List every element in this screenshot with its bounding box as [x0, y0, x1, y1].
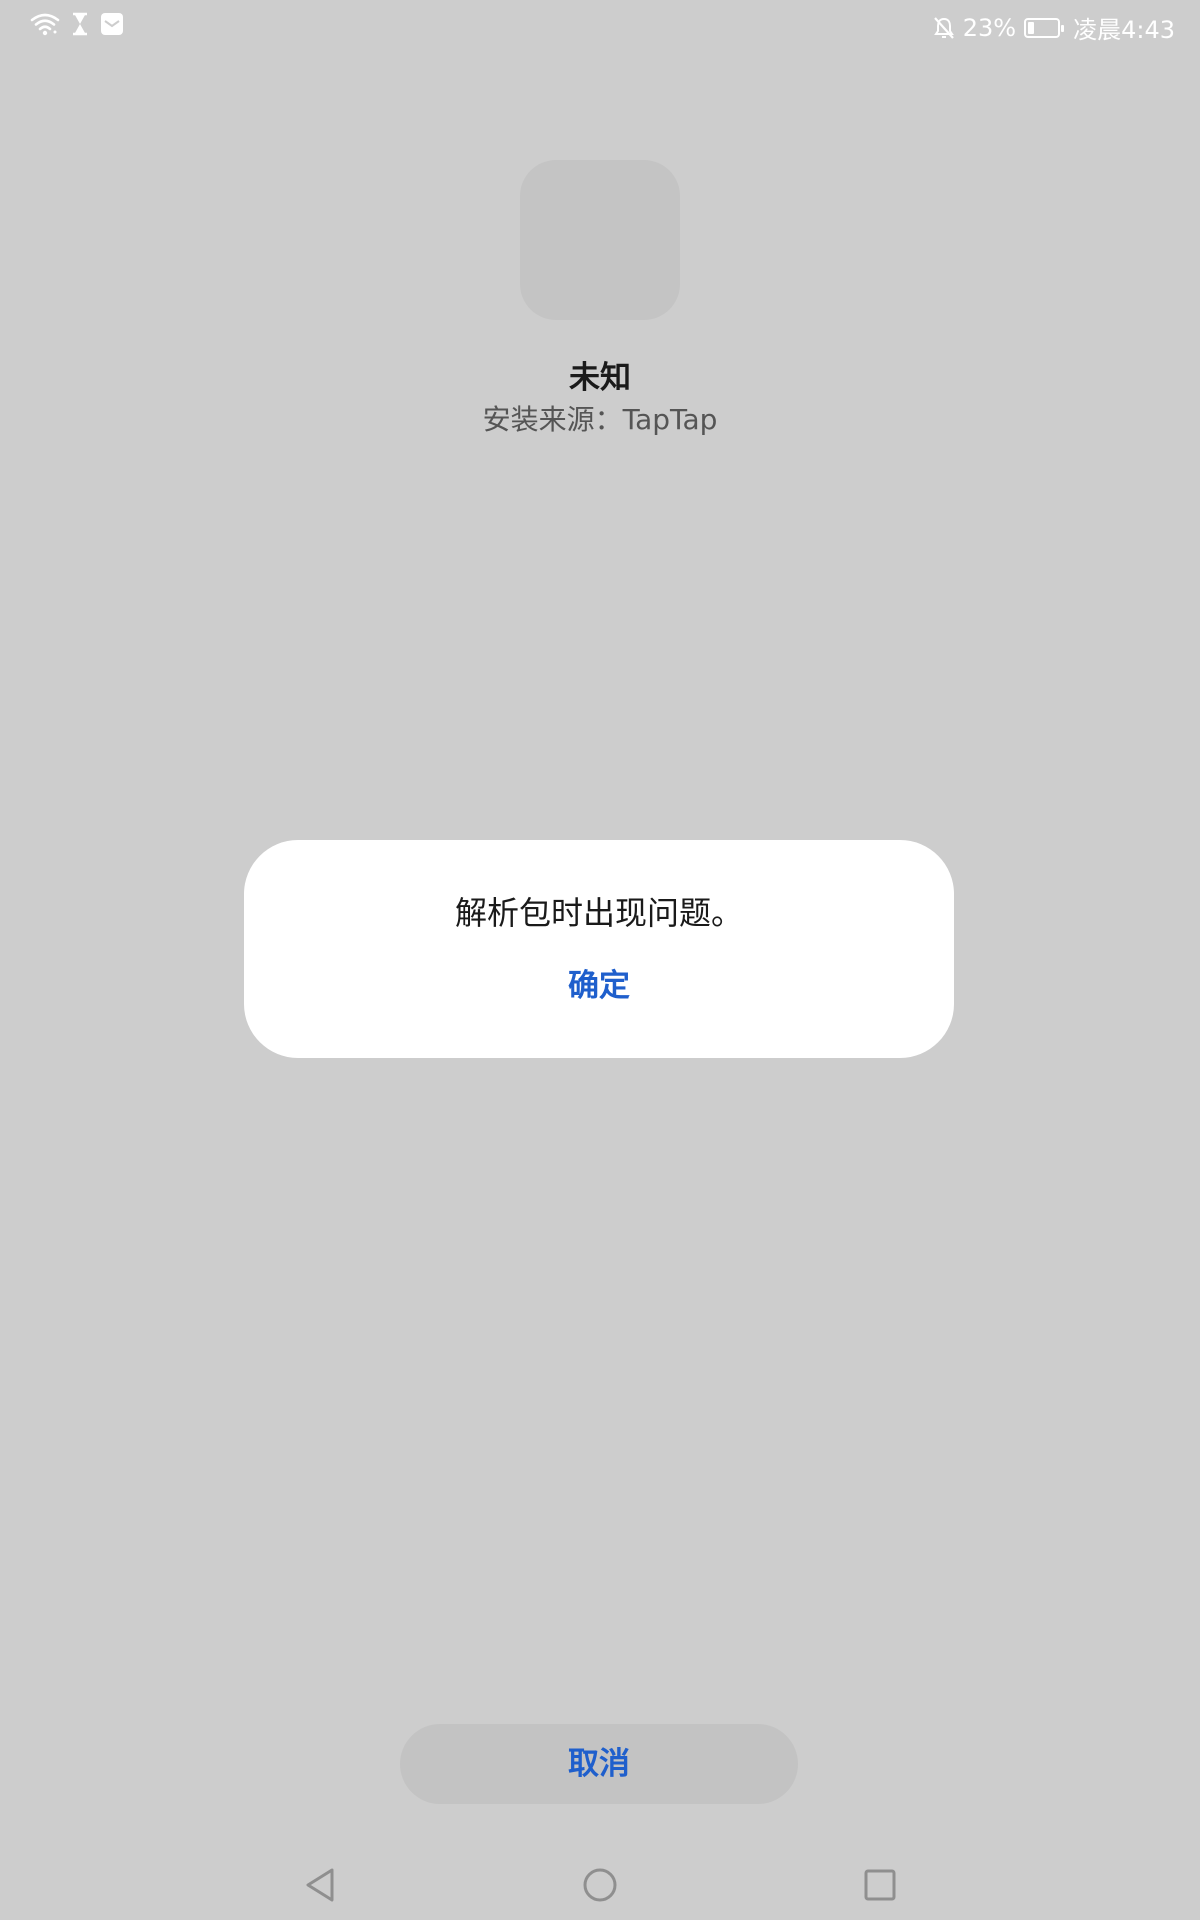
status-right: 23% 凌晨4:43 — [933, 10, 1175, 45]
install-source: 安装来源：TapTap — [482, 403, 718, 436]
status-left-icons — [30, 12, 124, 36]
home-icon — [582, 1867, 618, 1903]
battery-icon — [1024, 17, 1065, 38]
home-button[interactable] — [570, 1855, 630, 1915]
wifi-icon — [30, 12, 60, 36]
confirm-button[interactable]: 确定 — [499, 956, 699, 1016]
recents-icon — [863, 1868, 897, 1902]
bell-off-icon — [933, 16, 955, 40]
app-name: 未知 — [569, 360, 631, 396]
recents-button[interactable] — [850, 1855, 910, 1915]
status-time: 凌晨4:43 — [1073, 16, 1175, 44]
battery-level-fill — [1028, 21, 1035, 34]
dialog-message: 解析包时出现问题。 — [454, 894, 743, 932]
hourglass-icon — [70, 12, 90, 36]
error-dialog: 解析包时出现问题。 确定 — [244, 840, 954, 1058]
cancel-button[interactable]: 取消 — [400, 1724, 798, 1804]
app-icon-placeholder — [520, 160, 680, 320]
battery-percent: 23% — [962, 13, 1017, 42]
mail-icon — [100, 12, 124, 36]
navigation-bar — [0, 1855, 1200, 1915]
back-button[interactable] — [290, 1855, 350, 1915]
status-bar: 23% 凌晨4:43 — [0, 0, 1200, 50]
back-icon — [303, 1867, 337, 1903]
